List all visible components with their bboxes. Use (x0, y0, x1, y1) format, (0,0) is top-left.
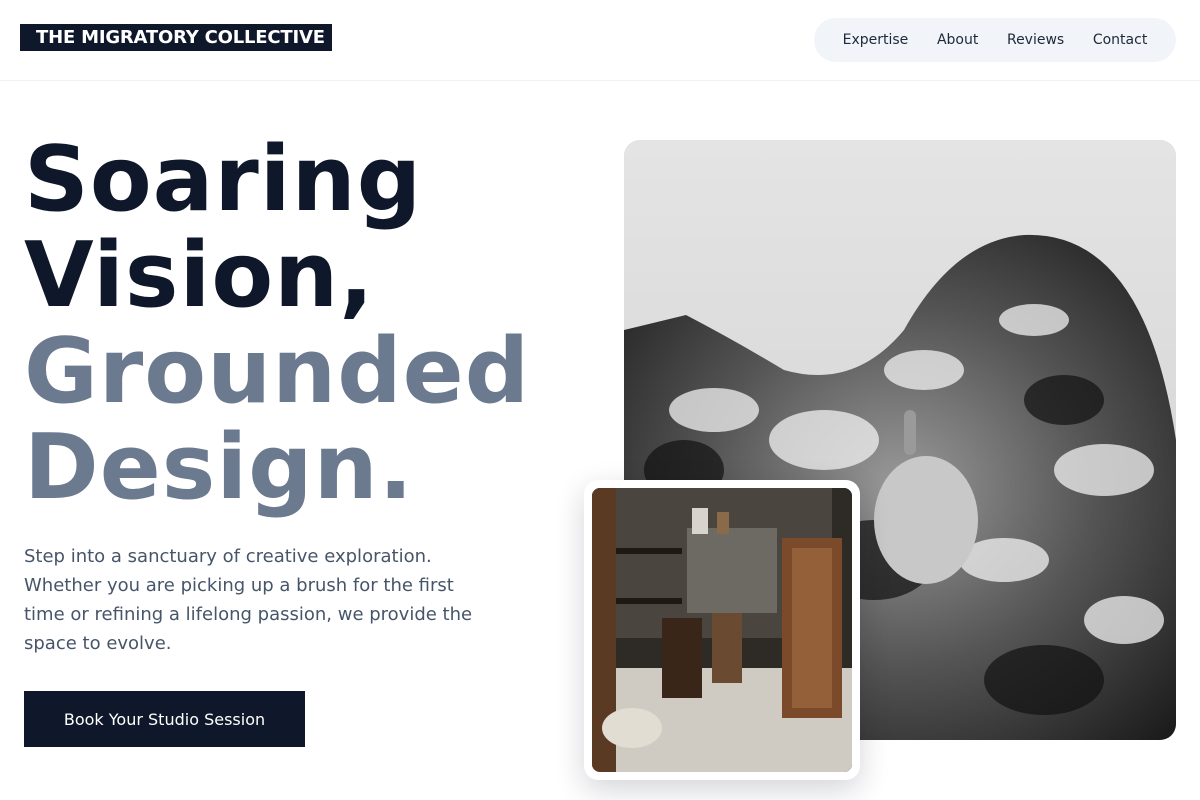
hero-intro: Step into a sanctuary of creative explor… (24, 546, 473, 654)
nav-link-expertise[interactable]: Expertise (835, 28, 917, 52)
nav-link-about[interactable]: About (929, 28, 986, 52)
headline-line: Grounded (24, 319, 531, 424)
headline-line: Soaring (24, 127, 423, 232)
nav-link-contact[interactable]: Contact (1085, 28, 1155, 52)
main-nav: Expertise About Reviews Contact (814, 18, 1176, 62)
headline-line: Design. (24, 415, 414, 520)
site-header: THE MIGRATORY COLLECTIVE Expertise About… (0, 0, 1200, 81)
nav-link-reviews[interactable]: Reviews (999, 28, 1072, 52)
brand-logo[interactable]: THE MIGRATORY COLLECTIVE (20, 24, 332, 51)
book-session-button[interactable]: Book Your Studio Session (24, 691, 305, 747)
studio-photo-card (584, 480, 860, 780)
studio-photo (592, 488, 852, 772)
headline-line: Vision, (24, 223, 375, 328)
hero-headline: Soaring Vision, Grounded Design. (24, 132, 530, 516)
